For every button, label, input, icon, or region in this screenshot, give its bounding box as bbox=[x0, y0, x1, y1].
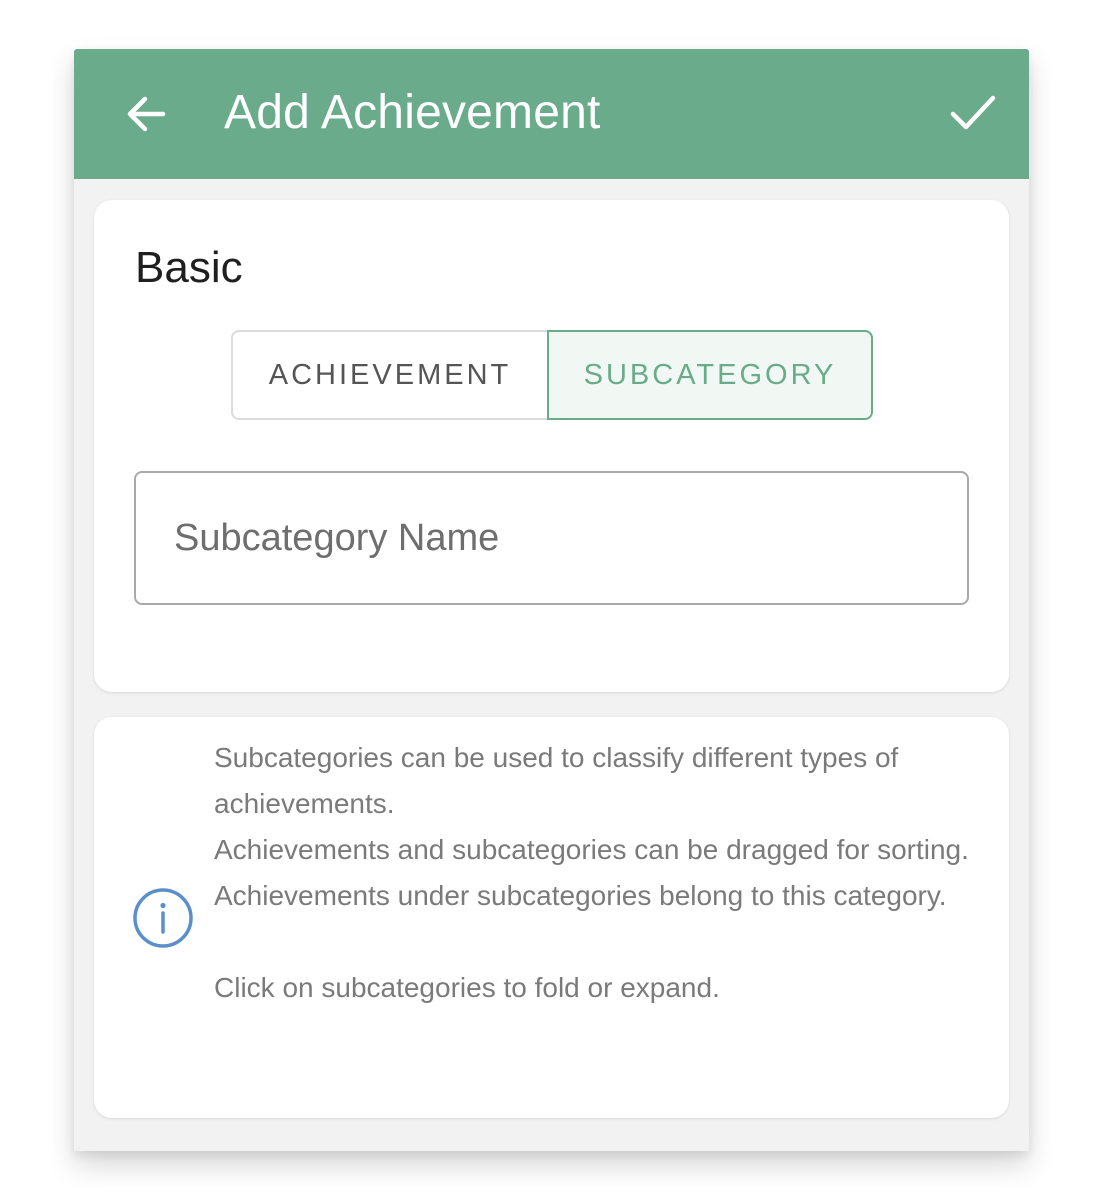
info-card: Subcategories can be used to classify di… bbox=[94, 717, 1009, 1118]
basic-card: Basic ACHIEVEMENT SUBCATEGORY bbox=[94, 200, 1009, 692]
segment-subcategory-label: SUBCATEGORY bbox=[583, 358, 837, 391]
info-footer: Click on subcategories to fold or expand… bbox=[214, 972, 720, 1003]
info-line: Achievements under subcategories belong … bbox=[214, 880, 947, 911]
info-line: Achievements and subcategories can be dr… bbox=[214, 834, 969, 865]
section-title-basic: Basic bbox=[135, 243, 243, 292]
app-bar: Add Achievement bbox=[74, 49, 1029, 179]
segment-achievement[interactable]: ACHIEVEMENT bbox=[231, 330, 547, 420]
arrow-left-icon bbox=[127, 96, 166, 132]
info-icon bbox=[133, 888, 193, 948]
page-title: Add Achievement bbox=[224, 86, 601, 139]
info-text: Subcategories can be used to classify di… bbox=[214, 735, 974, 1011]
segment-achievement-label: ACHIEVEMENT bbox=[268, 358, 512, 391]
subcategory-name-input[interactable] bbox=[134, 471, 969, 605]
check-icon bbox=[950, 95, 996, 130]
info-line: Subcategories can be used to classify di… bbox=[214, 742, 899, 819]
confirm-button[interactable] bbox=[941, 80, 1005, 144]
back-button[interactable] bbox=[114, 82, 178, 146]
add-achievement-screen: Add Achievement Basic ACHIEVEMENT SUBCAT… bbox=[74, 49, 1029, 1151]
type-segmented-control: ACHIEVEMENT SUBCATEGORY bbox=[231, 330, 873, 420]
segment-subcategory[interactable]: SUBCATEGORY bbox=[547, 330, 873, 420]
